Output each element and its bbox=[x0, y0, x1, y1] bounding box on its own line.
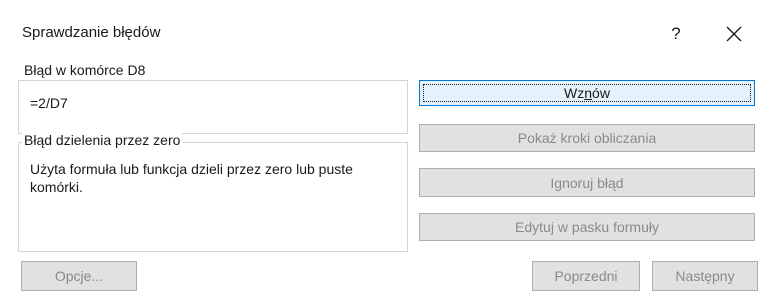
error-formula: =2/D7 bbox=[30, 95, 68, 111]
resume-label: Wznów bbox=[564, 85, 610, 101]
ignore-error-button[interactable]: Ignoruj błąd bbox=[419, 168, 755, 197]
error-type-group bbox=[18, 142, 408, 252]
close-icon bbox=[726, 26, 742, 42]
show-calculation-steps-button[interactable]: Pokaż kroki obliczania bbox=[419, 124, 755, 152]
title-bar: Sprawdzanie błędów ? bbox=[0, 0, 764, 68]
next-label: Następny bbox=[675, 268, 735, 284]
close-button[interactable] bbox=[712, 16, 756, 52]
edit-in-formula-bar-button[interactable]: Edytuj w pasku formuły bbox=[419, 213, 755, 241]
edit-formula-bar-label: Edytuj w pasku formuły bbox=[515, 219, 659, 235]
previous-label: Poprzedni bbox=[554, 268, 618, 284]
options-button[interactable]: Opcje... bbox=[21, 261, 137, 291]
options-label: Opcje... bbox=[54, 268, 104, 284]
show-steps-label: Pokaż kroki obliczania bbox=[517, 130, 657, 146]
ignore-error-label: Ignoruj błąd bbox=[550, 174, 624, 191]
dialog-title: Sprawdzanie błędów bbox=[22, 24, 161, 41]
previous-button[interactable]: Poprzedni bbox=[532, 261, 640, 291]
error-location-label: Błąd w komórce D8 bbox=[22, 62, 148, 78]
next-button[interactable]: Następny bbox=[652, 261, 758, 291]
help-icon: ? bbox=[671, 24, 681, 43]
resume-button[interactable]: Wznów bbox=[419, 80, 755, 106]
error-description: Użyta formuła lub funkcja dzieli przez z… bbox=[30, 161, 353, 195]
error-checking-dialog: Sprawdzanie błędów ? Błąd w komórce D8 =… bbox=[0, 0, 764, 300]
help-button[interactable]: ? bbox=[658, 18, 694, 50]
error-type-label: Błąd dzielenia przez zero bbox=[22, 132, 183, 148]
error-location-group bbox=[18, 80, 408, 134]
